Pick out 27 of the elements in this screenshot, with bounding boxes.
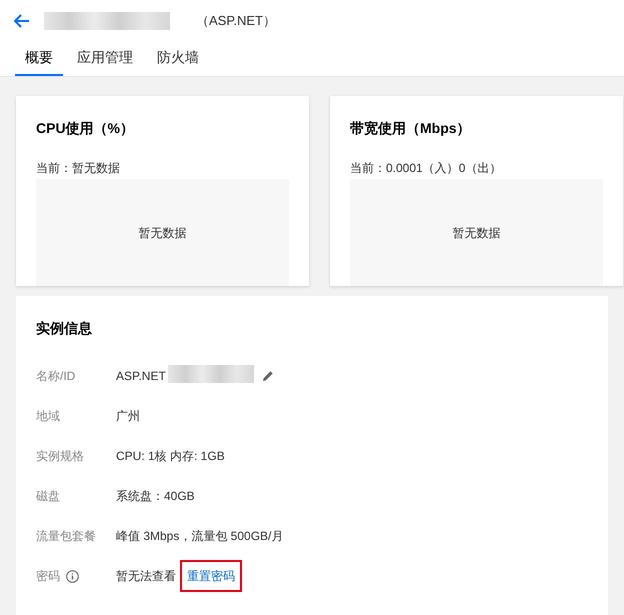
empty-text: 暂无数据 [138,224,186,242]
field-value: CPU: 1核 内存: 1GB [116,448,225,465]
card-title: 带宽使用（Mbps） [350,119,472,138]
card-title: 实例信息 [36,319,93,338]
field-value: ASP.NET [116,368,166,385]
back-arrow-icon[interactable] [14,14,30,28]
empty-text: 暂无数据 [452,224,500,242]
info-icon[interactable] [66,570,79,582]
field-value: 峰值 3Mbps，流量包 500GB/月 [116,528,284,545]
field-value: 系统盘：40GB [116,488,195,505]
field-label: 磁盘 [36,488,60,505]
card-title: CPU使用（%） [36,119,136,138]
field-value: 广州 [116,408,140,425]
field-label: 密码 [36,568,60,585]
tab[interactable]: 防火墙 [147,47,209,76]
current-value: 当前：0.0001（入）0（出） [350,160,502,177]
tab[interactable]: 概要 [15,47,63,76]
field-value: 暂无法查看 [116,568,176,585]
field-label: 名称/ID [36,368,76,385]
reset-password-link[interactable]: 重置密码 [180,560,242,592]
current-value: 当前：暂无数据 [36,160,121,177]
tab[interactable]: 应用管理 [67,47,143,76]
pencil-icon[interactable] [262,370,274,382]
field-label: 实例规格 [36,448,84,465]
field-label: 流量包套餐 [36,528,96,545]
field-label: 地域 [36,408,60,425]
page-title: （ASP.NET） [196,12,276,30]
